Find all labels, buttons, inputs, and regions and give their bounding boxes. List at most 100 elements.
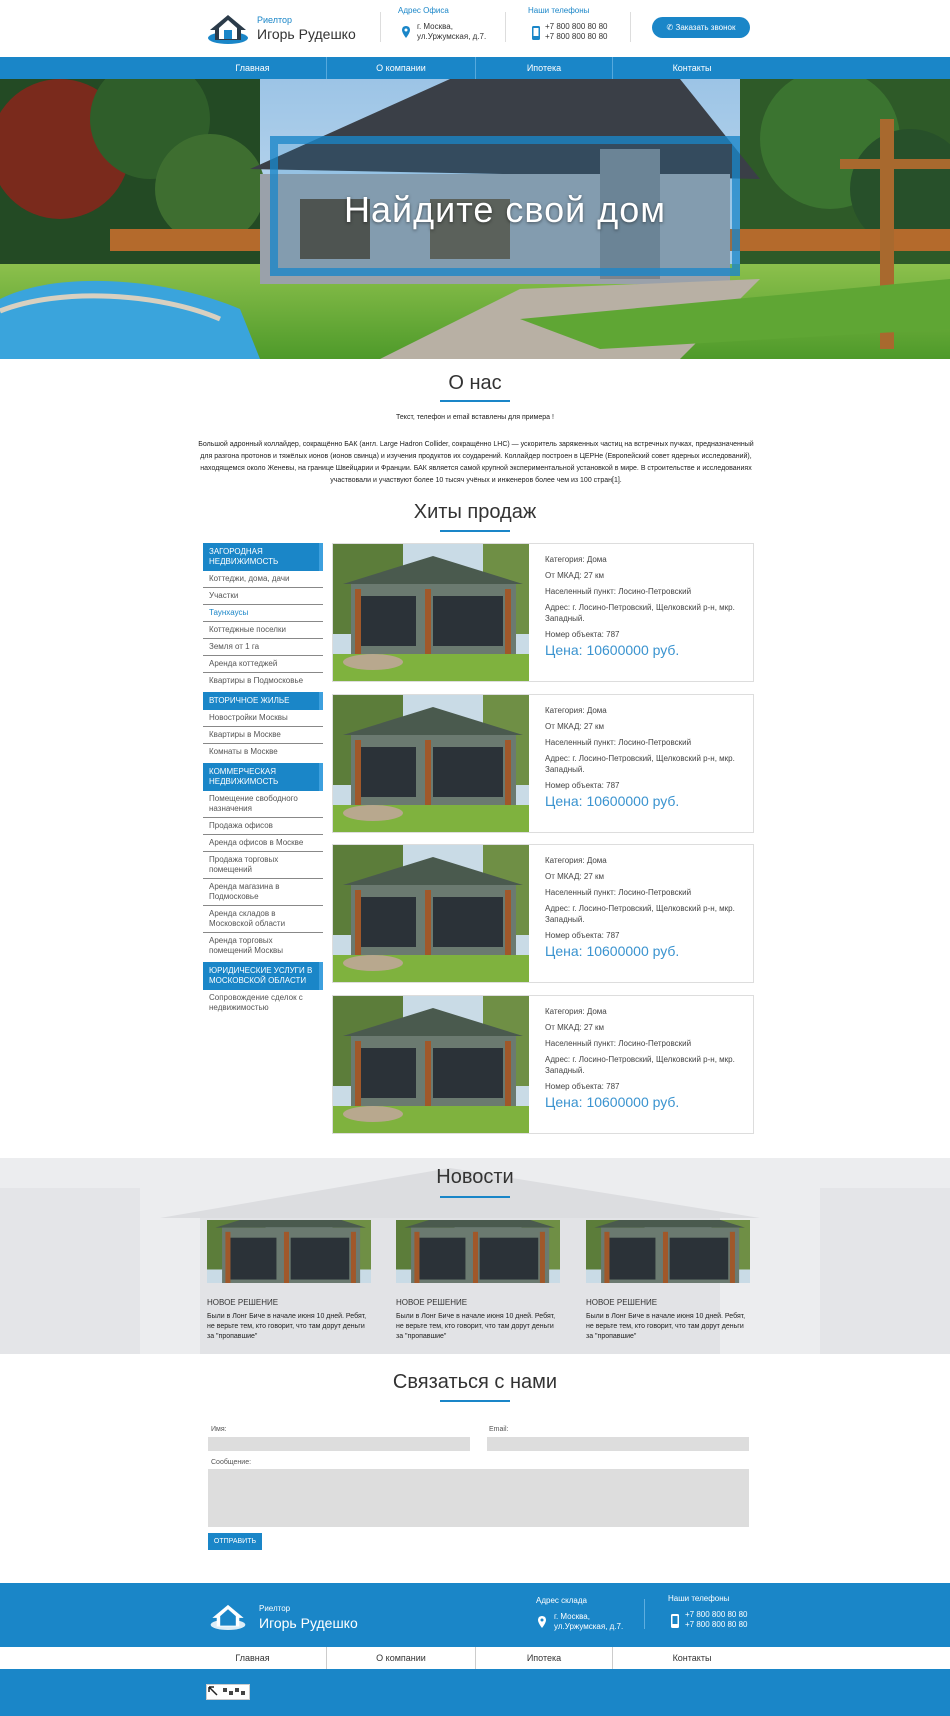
submit-button[interactable]: ОТПРАВИТЬ (208, 1533, 262, 1550)
product-info: Категория: Дома От МКАД: 27 км Населенны… (545, 855, 745, 959)
visit-counter-badge[interactable] (206, 1684, 250, 1700)
category-head[interactable]: ВТОРИЧНОЕ ЖИЛЬЕ (203, 692, 323, 710)
phone-number-2[interactable]: +7 800 800 80 80 (545, 32, 608, 42)
product-locality: Населенный пункт: Лосино-Петровский (545, 587, 692, 596)
title-underline (440, 1196, 510, 1198)
footer-nav-mortgage[interactable]: Ипотека (476, 1647, 613, 1669)
footer-logo-subtitle: Риелтор (259, 1604, 291, 1613)
site-logo[interactable]: Риелтор Игорь Рудешко (207, 12, 367, 46)
category-item[interactable]: Коттеджные поселки (203, 622, 323, 639)
category-item[interactable]: Аренда торговых помещений Москвы (203, 933, 323, 959)
mobile-phone-icon (532, 26, 540, 40)
office-address-line1: г. Москва, (417, 22, 453, 31)
product-locality: Населенный пункт: Лосино-Петровский (545, 1039, 692, 1048)
footer-phones-title: Наши телефоны (668, 1594, 730, 1603)
footer-address-line1: г. Москва, (554, 1612, 590, 1621)
footer-logo-title: Игорь Рудешко (259, 1615, 358, 1631)
category-item[interactable]: Земля от 1 га (203, 639, 323, 656)
product-photo (333, 695, 529, 832)
news-photo (586, 1194, 750, 1309)
news-photo (396, 1194, 560, 1309)
footer-nav-contacts[interactable]: Контакты (613, 1647, 771, 1669)
category-item-active[interactable]: Таунхаусы (203, 605, 323, 622)
house-logo-icon (208, 15, 248, 44)
nav-item-contacts[interactable]: Контакты (613, 57, 771, 79)
product-card[interactable]: Категория: Дома От МКАД: 27 км Населенны… (332, 543, 754, 682)
nav-item-mortgage[interactable]: Ипотека (476, 57, 613, 79)
message-label: Сообщение: (211, 1459, 252, 1466)
category-item[interactable]: Аренда магазина в Подмосковье (203, 879, 323, 906)
category-item[interactable]: Новостройки Москвы (203, 710, 323, 727)
category-item[interactable]: Квартиры в Москве (203, 727, 323, 744)
site-header: Риелтор Игорь Рудешко Адрес Офиса г. Мос… (0, 0, 950, 57)
product-mkad: От МКАД: 27 км (545, 722, 605, 731)
category-item[interactable]: Продажа офисов (203, 818, 323, 835)
product-number: Номер объекта: 787 (545, 630, 620, 639)
about-title: О нас (448, 372, 502, 394)
category-item[interactable]: Коттеджи, дома, дачи (203, 571, 323, 588)
category-item[interactable]: Аренда офисов в Москве (203, 835, 323, 852)
order-call-label: Заказать звонок (675, 23, 736, 32)
category-item[interactable]: Помещение свободного назначения (203, 791, 323, 818)
map-pin-icon (538, 1616, 546, 1628)
category-item[interactable]: Продажа торговых помещений (203, 852, 323, 879)
product-price: Цена: 10600000 руб. (545, 1094, 680, 1110)
office-address-line2: ул.Уржумская, д.7. (417, 32, 487, 41)
phone-handset-icon: ✆ (666, 23, 674, 32)
nav-item-home[interactable]: Главная (179, 57, 327, 79)
product-photo (333, 996, 529, 1133)
product-category: Категория: Дома (545, 1007, 607, 1016)
product-mkad: От МКАД: 27 км (545, 872, 605, 881)
category-item[interactable]: Аренда складов в Московской области (203, 906, 323, 933)
category-sidebar: ЗАГОРОДНАЯ НЕДВИЖИМОСТЬ Коттеджи, дома, … (203, 543, 323, 1016)
product-card[interactable]: Категория: Дома От МКАД: 27 км Населенны… (332, 694, 754, 833)
category-item[interactable]: Сопровождение сделок с недвижимостью (203, 990, 323, 1016)
phone-number-1[interactable]: +7 800 800 80 80 (545, 22, 608, 32)
product-card[interactable]: Категория: Дома От МКАД: 27 км Населенны… (332, 844, 754, 983)
order-call-button[interactable]: ✆ Заказать звонок (652, 17, 750, 38)
category-item[interactable]: Участки (203, 588, 323, 605)
product-mkad: От МКАД: 27 км (545, 571, 605, 580)
title-underline (440, 400, 510, 402)
category-item[interactable]: Комнаты в Москве (203, 744, 323, 760)
news-card-title: НОВОЕ РЕШЕНИЕ (207, 1298, 279, 1307)
category-item[interactable]: Квартиры в Подмосковье (203, 673, 323, 689)
hero-banner: Найдите свой дом (0, 79, 950, 359)
nav-item-about[interactable]: О компании (327, 57, 476, 79)
product-locality: Населенный пункт: Лосино-Петровский (545, 738, 692, 747)
product-price: Цена: 10600000 руб. (545, 943, 680, 959)
news-card[interactable]: НОВОЕ РЕШЕНИЕ Были в Лонг Биче в начале … (586, 1194, 752, 1342)
footer-address-line2: ул.Уржумская, д.7. (554, 1622, 624, 1631)
category-head[interactable]: КОММЕРЧЕСКАЯ НЕДВИЖИМОСТЬ (203, 763, 323, 791)
message-textarea[interactable] (208, 1469, 749, 1527)
news-card[interactable]: НОВОЕ РЕШЕНИЕ Были в Лонг Биче в начале … (207, 1194, 373, 1342)
product-info: Категория: Дома От МКАД: 27 км Населенны… (545, 554, 745, 657)
divider (505, 12, 506, 42)
category-item[interactable]: Аренда коттеджей (203, 656, 323, 673)
category-head[interactable]: ЮРИДИЧЕСКИЕ УСЛУГИ В МОСКОВСКОЙ ОБЛАСТИ (203, 962, 323, 990)
footer-phone-1[interactable]: +7 800 800 80 80 (685, 1610, 748, 1619)
product-info: Категория: Дома От МКАД: 27 км Населенны… (545, 705, 745, 809)
product-card[interactable]: Категория: Дома От МКАД: 27 км Населенны… (332, 995, 754, 1134)
phones-title: Наши телефоны (528, 6, 590, 15)
name-input[interactable] (208, 1437, 470, 1451)
contact-title: Связаться с нами (392, 1371, 558, 1393)
category-head[interactable]: ЗАГОРОДНАЯ НЕДВИЖИМОСТЬ (203, 543, 323, 571)
main-nav: Главная О компании Ипотека Контакты (0, 57, 950, 79)
email-input[interactable] (487, 1437, 749, 1451)
footer-nav-home[interactable]: Главная (179, 1647, 327, 1669)
news-card-text: Были в Лонг Биче в начале июня 10 дней. … (586, 1313, 746, 1340)
footer-nav-about[interactable]: О компании (327, 1647, 476, 1669)
map-pin-icon (402, 26, 410, 38)
news-card-text: Были в Лонг Биче в начале июня 10 дней. … (396, 1313, 556, 1340)
footer-phone-2[interactable]: +7 800 800 80 80 (685, 1620, 748, 1629)
news-title: Новости (436, 1166, 514, 1188)
about-lead: Текст, телефон и email вставлены для при… (396, 414, 554, 421)
product-price: Цена: 10600000 руб. (545, 793, 680, 809)
divider (644, 1599, 645, 1629)
footer-nav: Главная О компании Ипотека Контакты (0, 1647, 950, 1669)
news-card[interactable]: НОВОЕ РЕШЕНИЕ Были в Лонг Биче в начале … (396, 1194, 562, 1342)
warehouse-title: Адрес склада (536, 1596, 587, 1605)
product-category: Категория: Дома (545, 706, 607, 715)
product-number: Номер объекта: 787 (545, 1082, 620, 1091)
